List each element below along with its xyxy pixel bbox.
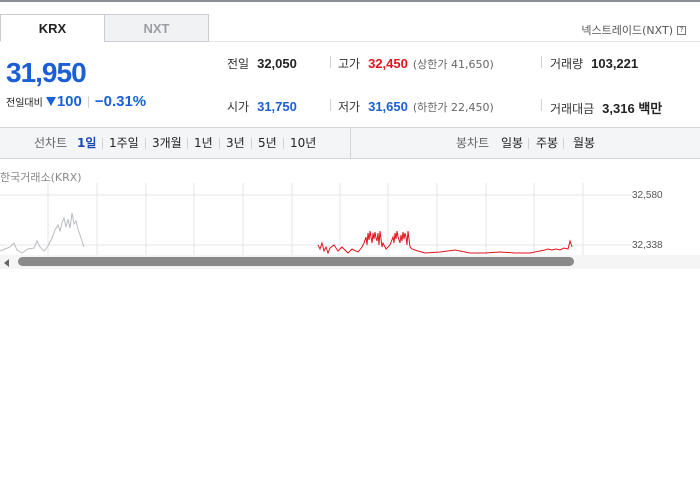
tab-krx[interactable]: KRX bbox=[0, 14, 105, 42]
stat-open: 시가 31,750 bbox=[227, 98, 297, 115]
stat-label: 전일 bbox=[227, 57, 250, 71]
chart-period-toolbar: 선차트 1일 1주일 3개월 1년 3년 5년 10년 봉차트 일봉 주봉 월봉 bbox=[0, 127, 700, 159]
stat-low: 저가 31,650 (하한가 22,450) bbox=[338, 98, 494, 115]
period-divider bbox=[102, 138, 103, 149]
stat-divider bbox=[541, 99, 542, 111]
y-tick-label: 32,338 bbox=[632, 240, 663, 251]
stat-value: 31,650 bbox=[368, 99, 408, 114]
period-divider bbox=[145, 138, 146, 149]
candle-weekly[interactable]: 주봉 bbox=[536, 128, 558, 158]
intraday-chart bbox=[0, 183, 632, 255]
candle-chart-title: 봉차트 bbox=[456, 136, 490, 150]
nxt-info-label: 넥스트레이드(NXT) bbox=[581, 24, 673, 37]
period-divider bbox=[219, 138, 220, 149]
period-5y[interactable]: 5년 bbox=[258, 128, 277, 158]
period-1d[interactable]: 1일 bbox=[77, 128, 96, 158]
current-price: 31,950 bbox=[6, 57, 87, 88]
stat-value: 3,316 백만 bbox=[602, 101, 663, 116]
period-divider bbox=[187, 138, 188, 149]
line-chart-title: 선차트 bbox=[34, 136, 68, 150]
period-3m[interactable]: 3개월 bbox=[152, 128, 182, 158]
period-1w[interactable]: 1주일 bbox=[109, 128, 139, 158]
stat-label: 거래대금 bbox=[550, 102, 595, 116]
stat-label: 시가 bbox=[227, 100, 250, 114]
stat-value: 31,750 bbox=[257, 99, 297, 114]
nxt-info-link[interactable]: 넥스트레이드(NXT) ? bbox=[581, 22, 686, 38]
tab-nxt[interactable]: NXT bbox=[104, 14, 209, 42]
stat-label: 고가 bbox=[338, 57, 361, 71]
candle-daily[interactable]: 일봉 bbox=[501, 128, 523, 158]
period-3y[interactable]: 3년 bbox=[226, 128, 245, 158]
upper-limit: (상한가 41,650) bbox=[412, 58, 494, 71]
stat-value: 103,221 bbox=[591, 56, 639, 71]
stat-value: 32,050 bbox=[257, 56, 297, 71]
y-tick-label: 32,580 bbox=[632, 190, 663, 201]
period-divider bbox=[283, 138, 284, 149]
period-10y[interactable]: 10년 bbox=[290, 128, 316, 158]
top-border bbox=[0, 0, 700, 2]
scrollbar-thumb[interactable] bbox=[18, 257, 574, 266]
help-icon[interactable]: ? bbox=[677, 25, 686, 35]
price-change: 전일대비 100 −0.31% bbox=[6, 93, 146, 110]
lower-limit: (하한가 22,450) bbox=[412, 101, 494, 114]
tab-underline bbox=[209, 41, 700, 42]
stat-amount: 거래대금 3,316 백만 bbox=[550, 98, 662, 117]
down-triangle-icon bbox=[45, 97, 56, 106]
stat-high: 고가 32,450 (상한가 41,650) bbox=[338, 55, 494, 72]
stat-prev-close: 전일 32,050 bbox=[227, 55, 297, 72]
stat-label: 저가 bbox=[338, 100, 361, 114]
period-divider bbox=[528, 138, 529, 149]
stat-label: 거래량 bbox=[550, 57, 584, 71]
change-percent: −0.31% bbox=[94, 93, 147, 110]
period-1y[interactable]: 1년 bbox=[194, 128, 213, 158]
stat-volume: 거래량 103,221 bbox=[550, 55, 638, 72]
stat-divider bbox=[541, 56, 542, 68]
period-divider bbox=[563, 138, 564, 149]
prev-day-series bbox=[0, 212, 85, 254]
candle-monthly[interactable]: 월봉 bbox=[573, 128, 595, 158]
scroll-left-icon[interactable] bbox=[4, 259, 9, 267]
toolbar-divider bbox=[350, 128, 351, 158]
stat-value: 32,450 bbox=[368, 56, 408, 71]
stat-divider bbox=[330, 99, 331, 111]
change-label: 전일대비 bbox=[6, 98, 43, 109]
chart-gridlines bbox=[0, 183, 632, 255]
stat-divider bbox=[330, 56, 331, 68]
period-divider bbox=[251, 138, 252, 149]
chart-scrollbar[interactable] bbox=[0, 255, 700, 269]
change-value: 100 bbox=[56, 93, 82, 110]
change-divider bbox=[87, 95, 89, 108]
